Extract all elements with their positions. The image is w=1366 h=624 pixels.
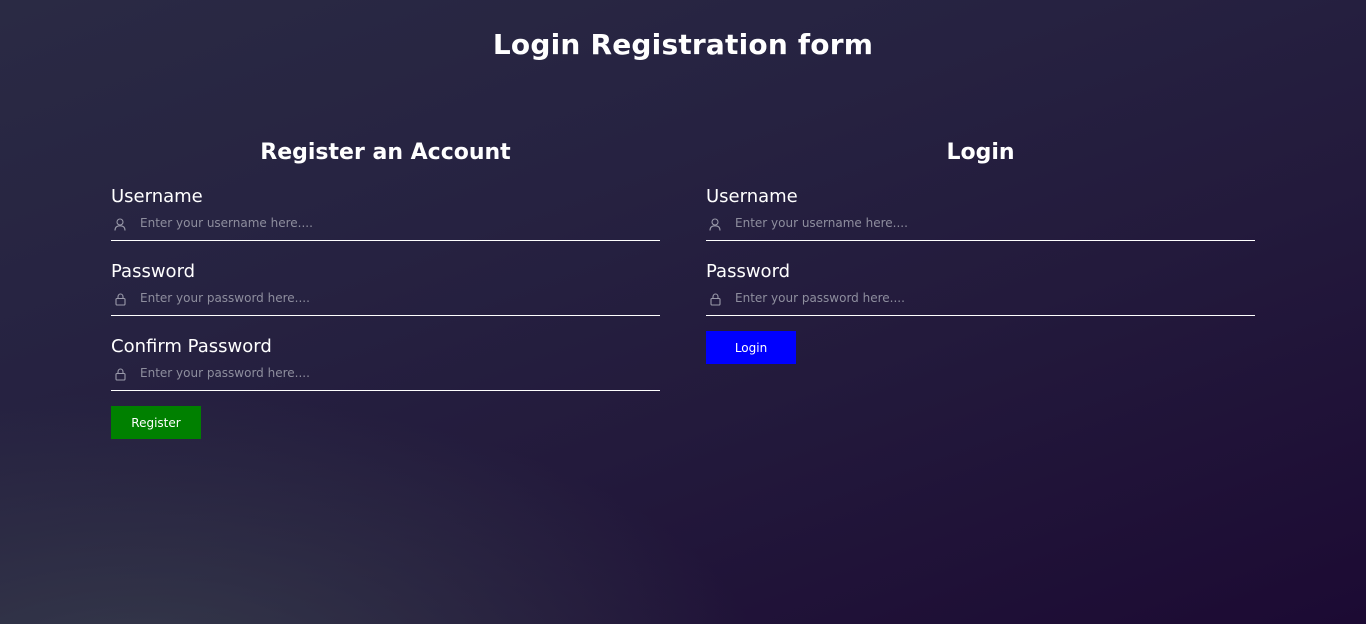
login-password-field: Password	[706, 261, 1255, 316]
login-button[interactable]: Login	[706, 331, 796, 364]
register-title: Register an Account	[260, 140, 511, 165]
login-username-label: Username	[706, 186, 798, 207]
login-password-label: Password	[706, 261, 791, 282]
register-confirm-label: Confirm Password	[111, 336, 272, 357]
register-username-row	[111, 208, 660, 241]
register-panel: Register an Account Username Password Co…	[111, 138, 660, 439]
register-password-field: Password	[111, 261, 660, 316]
page-title: Login Registration form	[492, 28, 874, 61]
login-title: Login	[946, 140, 1015, 165]
register-password-label: Password	[111, 261, 196, 282]
register-confirm-field: Confirm Password	[111, 336, 660, 391]
login-username-field: Username	[706, 186, 1255, 241]
register-username-label: Username	[111, 186, 203, 207]
register-username-field: Username	[111, 186, 660, 241]
lock-icon	[112, 366, 128, 382]
login-username-input[interactable]	[723, 208, 1255, 240]
register-confirm-row	[111, 358, 660, 391]
user-icon	[112, 216, 128, 232]
user-icon	[707, 216, 723, 232]
register-password-row	[111, 283, 660, 316]
login-panel: Login Username Password Login	[706, 138, 1255, 364]
login-password-row	[706, 283, 1255, 316]
login-password-input[interactable]	[723, 283, 1255, 315]
lock-icon	[112, 291, 128, 307]
register-confirm-input[interactable]	[128, 358, 660, 390]
register-button[interactable]: Register	[111, 406, 201, 439]
register-password-input[interactable]	[128, 283, 660, 315]
login-username-row	[706, 208, 1255, 241]
lock-icon	[707, 291, 723, 307]
register-username-input[interactable]	[128, 208, 660, 240]
